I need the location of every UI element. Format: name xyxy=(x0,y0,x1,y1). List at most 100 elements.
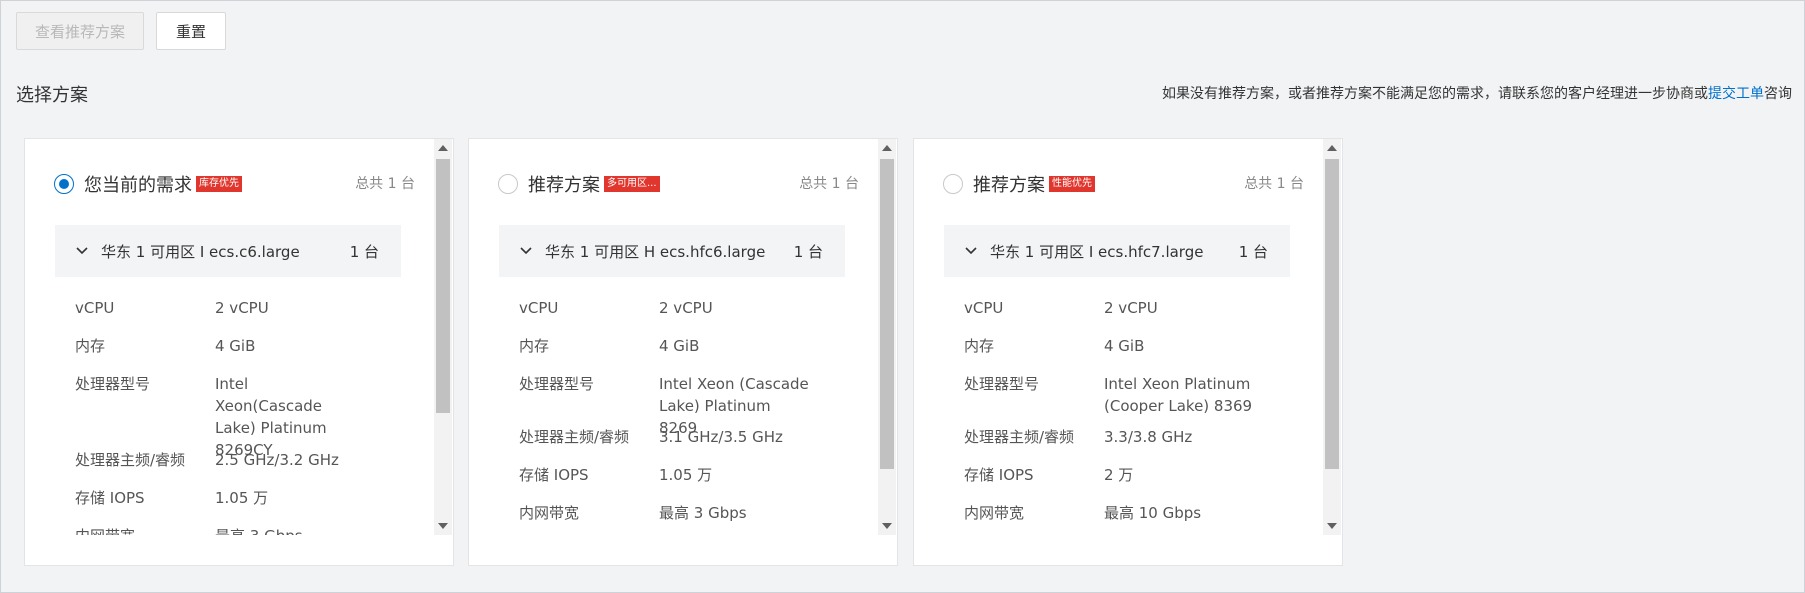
spec-value: 3.3/3.8 GHz xyxy=(1104,428,1193,446)
spec-value: 2 vCPU xyxy=(1104,299,1158,317)
chevron-down-icon[interactable] xyxy=(964,244,978,258)
spec-value: 1.05 万 xyxy=(659,466,713,484)
spec-label: 内网带宽 xyxy=(964,504,1025,522)
plan-card-content: 推荐方案 多可用区... 总共 1 台 华东 1 可用区 H ecs.hfc6.… xyxy=(469,139,879,535)
spec-label: vCPU xyxy=(75,299,115,317)
plan-card-current[interactable]: 您当前的需求 库存优先 总共 1 台 华东 1 可用区 I ecs.c6.lar… xyxy=(24,138,454,566)
plan-card-recommended-performance[interactable]: 推荐方案 性能优先 总共 1 台 华东 1 可用区 I ecs.hfc7.lar… xyxy=(913,138,1343,566)
spec-row: 存储 IOPS 2 万 xyxy=(964,464,1244,486)
scroll-up-icon[interactable] xyxy=(434,139,452,157)
section-title: 选择方案 xyxy=(16,85,88,106)
hint-message: 如果没有推荐方案，或者推荐方案不能满足您的需求，请联系您的客户经理进一步协商或 xyxy=(1162,86,1708,102)
spec-label: 内存 xyxy=(964,337,995,355)
spec-row: vCPU 2 vCPU xyxy=(519,297,799,319)
spec-row: 内存 4 GiB xyxy=(75,335,355,357)
scroll-up-icon[interactable] xyxy=(878,139,896,157)
view-recommendation-button[interactable]: 查看推荐方案 xyxy=(16,12,144,50)
scroll-down-icon[interactable] xyxy=(1323,517,1341,535)
submit-ticket-link[interactable]: 提交工单 xyxy=(1708,86,1764,102)
spec-label: 处理器型号 xyxy=(964,375,1040,393)
scrollbar[interactable] xyxy=(878,139,896,535)
card-title: 推荐方案 xyxy=(528,175,600,196)
card-title: 推荐方案 xyxy=(973,175,1045,196)
plan-radio-performance[interactable] xyxy=(943,174,963,194)
spec-row: 处理器主频/睿频 3.1 GHz/3.5 GHz xyxy=(519,426,799,448)
spec-row: 内网带宽 最高 10 Gbps xyxy=(964,502,1244,524)
spec-row: vCPU 2 vCPU xyxy=(964,297,1244,319)
plan-card-content: 推荐方案 性能优先 总共 1 台 华东 1 可用区 I ecs.hfc7.lar… xyxy=(914,139,1324,535)
total-count: 总共 1 台 xyxy=(1244,176,1304,192)
scroll-up-icon[interactable] xyxy=(1323,139,1341,157)
spec-row: 内存 4 GiB xyxy=(519,335,799,357)
scroll-down-icon[interactable] xyxy=(434,517,452,535)
spec-value: 最高 10 Gbps xyxy=(1104,504,1202,522)
spec-row: vCPU 2 vCPU xyxy=(75,297,355,319)
total-count: 总共 1 台 xyxy=(355,176,415,192)
spec-value: 4 GiB xyxy=(659,337,700,355)
spec-label: 处理器主频/睿频 xyxy=(519,428,630,446)
spec-label: 存储 IOPS xyxy=(964,466,1034,484)
spec-label: 处理器主频/睿频 xyxy=(75,451,186,469)
spec-value: 最高 3 Gbps xyxy=(659,504,747,522)
spec-row: 处理器主频/睿频 2.5 GHz/3.2 GHz xyxy=(75,449,355,471)
spec-value: 最高 3 Gbps xyxy=(215,525,355,535)
spec-value: 2 vCPU xyxy=(659,299,713,317)
chevron-down-icon[interactable] xyxy=(519,244,533,258)
zone-instance-name: 华东 1 可用区 I ecs.c6.large xyxy=(101,242,300,261)
priority-tag: 性能优先 xyxy=(1049,176,1095,192)
spec-value: 3.1 GHz/3.5 GHz xyxy=(659,428,783,446)
scroll-down-icon[interactable] xyxy=(878,517,896,535)
chevron-down-icon[interactable] xyxy=(75,244,89,258)
plan-radio-recommended[interactable] xyxy=(498,174,518,194)
spec-value: 2 万 xyxy=(1104,466,1134,484)
scrollbar[interactable] xyxy=(434,139,452,535)
zone-instance-name: 华东 1 可用区 H ecs.hfc6.large xyxy=(545,242,766,261)
scroll-thumb[interactable] xyxy=(880,159,894,469)
hint-suffix: 咨询 xyxy=(1764,86,1792,102)
spec-value: 4 GiB xyxy=(215,337,256,355)
spec-value: Intel Xeon Platinum (Cooper Lake) 8369 xyxy=(1104,375,1253,415)
priority-tag: 多可用区... xyxy=(604,176,660,192)
spec-label: 内存 xyxy=(75,337,106,355)
scrollbar[interactable] xyxy=(1323,139,1341,535)
spec-label: 存储 IOPS xyxy=(519,466,589,484)
plan-card-content: 您当前的需求 库存优先 总共 1 台 华东 1 可用区 I ecs.c6.lar… xyxy=(25,139,435,535)
spec-label: vCPU xyxy=(964,299,1004,317)
zone-group[interactable]: 华东 1 可用区 H ecs.hfc6.large 1 台 xyxy=(499,225,845,277)
reset-button[interactable]: 重置 xyxy=(156,12,226,50)
spec-label: vCPU xyxy=(519,299,559,317)
spec-row: 内网带宽最高 3 Gbps xyxy=(75,525,355,535)
plan-radio-current[interactable] xyxy=(54,174,74,194)
spec-row: 处理器型号 Intel Xeon Platinum (Cooper Lake) 8… xyxy=(964,373,1254,417)
card-title: 您当前的需求 xyxy=(84,175,192,196)
spec-label: 处理器主频/睿频 xyxy=(964,428,1075,446)
zone-instance-count: 1 台 xyxy=(349,242,379,261)
spec-label: 内存 xyxy=(519,337,550,355)
spec-value: Intel Xeon(Cascade Lake) Platinum 8269CY xyxy=(215,375,327,459)
scroll-thumb[interactable] xyxy=(1325,159,1339,469)
scroll-thumb[interactable] xyxy=(436,159,450,413)
zone-instance-count: 1 台 xyxy=(793,242,823,261)
hint-text: 如果没有推荐方案，或者推荐方案不能满足您的需求，请联系您的客户经理进一步协商或提… xyxy=(1162,83,1792,103)
spec-value: 4 GiB xyxy=(1104,337,1145,355)
zone-group[interactable]: 华东 1 可用区 I ecs.c6.large 1 台 xyxy=(55,225,401,277)
spec-value: 2.5 GHz/3.2 GHz xyxy=(215,451,339,469)
zone-instance-name: 华东 1 可用区 I ecs.hfc7.large xyxy=(990,242,1204,261)
priority-tag: 库存优先 xyxy=(196,176,242,192)
zone-instance-count: 1 台 xyxy=(1238,242,1268,261)
total-count: 总共 1 台 xyxy=(799,176,859,192)
plan-card-recommended-multizone[interactable]: 推荐方案 多可用区... 总共 1 台 华东 1 可用区 H ecs.hfc6.… xyxy=(468,138,898,566)
spec-label: 内网带宽 xyxy=(75,525,215,535)
zone-group[interactable]: 华东 1 可用区 I ecs.hfc7.large 1 台 xyxy=(944,225,1290,277)
spec-row: 存储 IOPS 1.05 万 xyxy=(519,464,799,486)
spec-row: 内网带宽 最高 3 Gbps xyxy=(519,502,799,524)
spec-value: 2 vCPU xyxy=(215,299,269,317)
spec-row: 处理器主频/睿频 3.3/3.8 GHz xyxy=(964,426,1244,448)
spec-row: 内存 4 GiB xyxy=(964,335,1244,357)
spec-label: 存储 IOPS xyxy=(75,489,145,507)
spec-label: 处理器型号 xyxy=(75,375,151,393)
spec-value: 1.05 万 xyxy=(215,489,269,507)
spec-row: 处理器型号 Intel Xeon(Cascade Lake) Platinum 8… xyxy=(75,373,355,461)
spec-label: 内网带宽 xyxy=(519,504,580,522)
spec-row: 存储 IOPS 1.05 万 xyxy=(75,487,355,509)
